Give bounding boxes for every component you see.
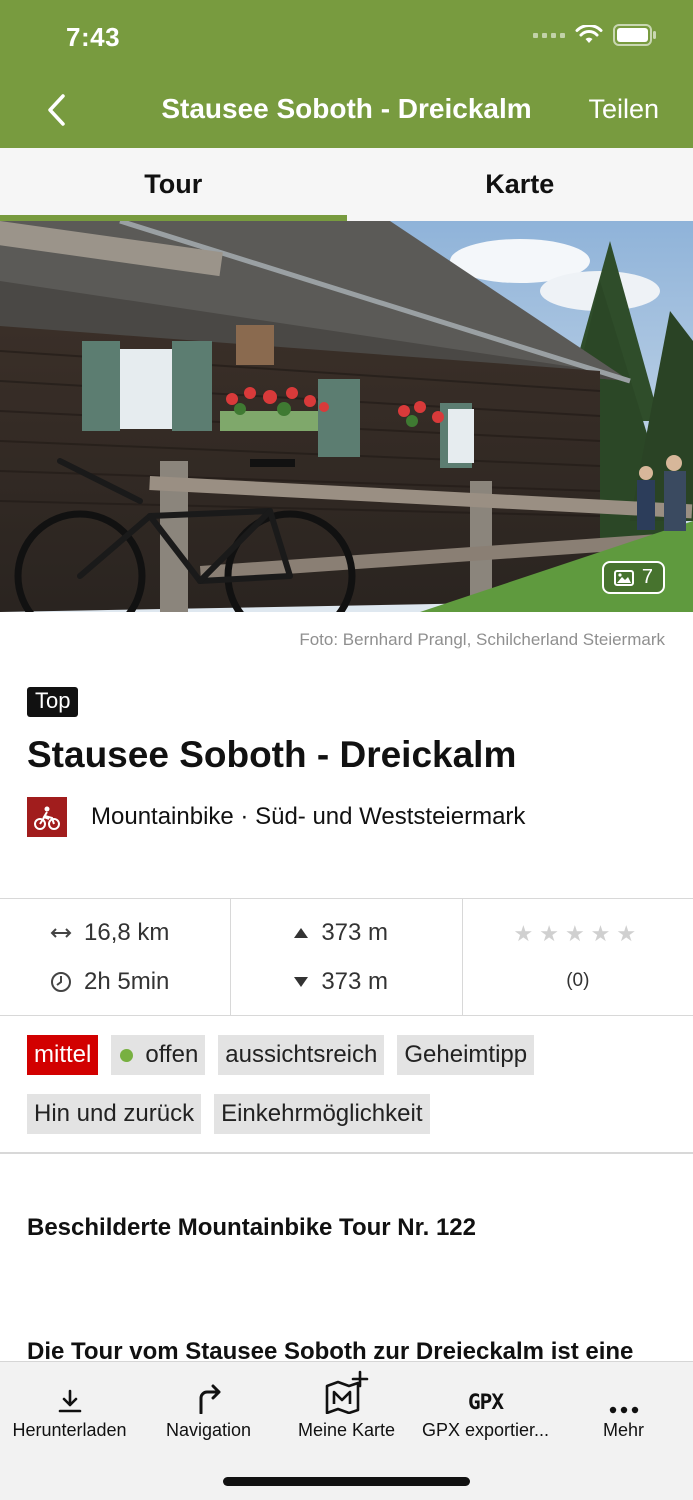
photo-count: 7 (641, 566, 653, 588)
clock-icon (51, 972, 71, 992)
photo-credit: Foto: Bernhard Prangl, Schilcherland Ste… (299, 630, 665, 649)
property-tag: Geheimtipp (397, 1035, 535, 1075)
status-tag: offen (111, 1035, 206, 1075)
download-label: Herunterladen (12, 1420, 127, 1440)
difficulty-tag: mittel (27, 1035, 99, 1075)
home-indicator[interactable] (223, 1477, 470, 1486)
stats-elevation: 373 m 373 m (230, 899, 461, 1015)
ascent-value: 373 m (321, 919, 389, 946)
tab-bar: Tour Karte (0, 148, 693, 221)
property-tag: aussichtsreich (218, 1035, 385, 1075)
descent-value: 373 m (321, 968, 389, 995)
share-button[interactable]: Teilen (588, 94, 659, 125)
tag-list: mittel offen aussichtsreich Geheimtipp H… (27, 1035, 667, 1134)
section-divider (0, 1152, 693, 1154)
download-icon (58, 1389, 81, 1413)
status-time: 7:43 (66, 22, 121, 52)
turn-right-arrow-icon (199, 1384, 220, 1414)
open-status-dot-icon (120, 1048, 134, 1062)
battery-icon (613, 24, 656, 46)
navigation-label: Navigation (165, 1420, 252, 1440)
tour-stats: 16,8 km 2h 5min 373 m 373 m ★★★★★ (0) (0, 898, 693, 1016)
status-icons (533, 24, 657, 46)
tour-category: Mountainbike · Süd- und Weststeiermark (91, 803, 526, 830)
navigation-button[interactable]: Navigation (139, 1362, 278, 1452)
stats-distance-duration: 16,8 km 2h 5min (0, 899, 230, 1015)
distance-stat: 16,8 km (50, 919, 169, 947)
tab-karte[interactable]: Karte (347, 148, 693, 221)
property-tag: Hin und zurück (27, 1094, 202, 1134)
rating-stars-icon: ★★★★★ (513, 921, 643, 946)
property-tag: Einkehrmöglichkeit (214, 1094, 430, 1134)
my-map-label: Meine Karte (297, 1420, 396, 1440)
description-subheading: Beschilderte Mountainbike Tour Nr. 122 (27, 1214, 476, 1241)
duration-value: 2h 5min (84, 968, 170, 995)
ascent-stat: 373 m (293, 919, 388, 947)
stats-rating[interactable]: ★★★★★ (0) (461, 899, 693, 1015)
more-dots-icon (609, 1406, 638, 1414)
gpx-icon: GPX (468, 1390, 504, 1414)
my-map-button[interactable]: Meine Karte (277, 1362, 416, 1452)
top-badge: Top (27, 687, 79, 717)
wifi-icon (575, 25, 603, 43)
duration-stat: 2h 5min (50, 968, 169, 996)
photo-gallery-button[interactable]: 7 (601, 561, 665, 594)
rating-count: (0) (566, 970, 590, 991)
map-add-icon (325, 1370, 368, 1414)
hut-photo (0, 221, 693, 612)
more-button[interactable]: Mehr (554, 1362, 693, 1452)
gpx-export-label: GPX exportier... (421, 1420, 550, 1440)
signal-icon (533, 32, 565, 38)
tour-title: Stausee Soboth - Dreickalm (27, 734, 517, 775)
hero-photo[interactable]: 7 (0, 221, 693, 612)
distance-arrows-icon (50, 928, 72, 938)
more-label: Mehr (602, 1420, 644, 1440)
distance-value: 16,8 km (84, 919, 170, 946)
mountainbike-icon (27, 797, 67, 837)
app-header: 7:43 Stausee Soboth - Dreickalm Teilen (0, 0, 693, 148)
gpx-export-button[interactable]: GPX GPX exportier... (416, 1362, 555, 1452)
image-icon (613, 569, 634, 586)
download-button[interactable]: Herunterladen (0, 1362, 139, 1452)
descent-triangle-icon (294, 977, 309, 987)
descent-stat: 373 m (293, 968, 388, 996)
status-tag-label: offen (145, 1041, 199, 1068)
tab-tour[interactable]: Tour (0, 148, 347, 221)
ascent-triangle-icon (294, 928, 309, 938)
